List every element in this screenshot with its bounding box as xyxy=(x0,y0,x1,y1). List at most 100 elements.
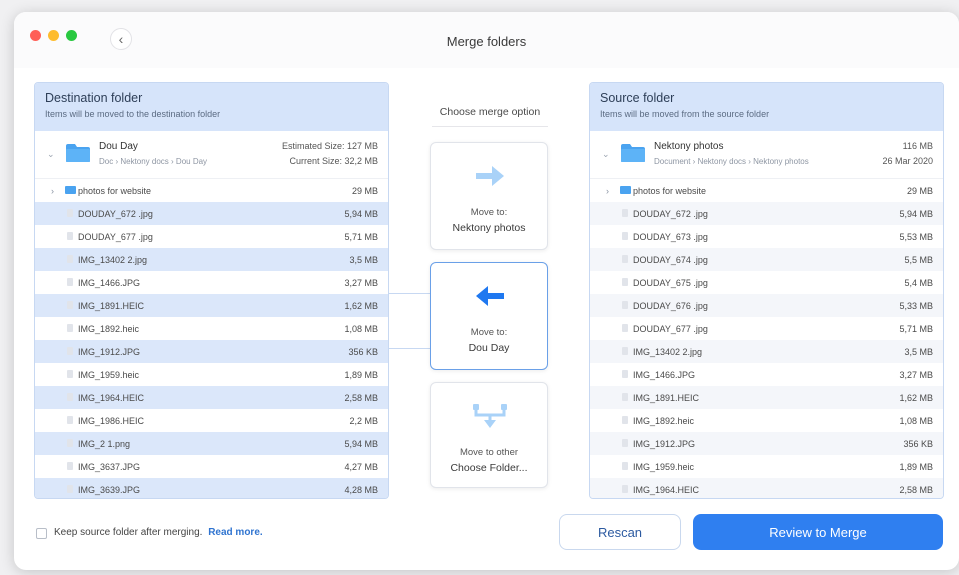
file-row[interactable]: IMG_1912.JPG 356 KB xyxy=(590,432,943,455)
source-file-list: › photos for website 29 MB DOUDAY_672 .jpg 5… xyxy=(590,179,943,498)
item-name: IMG_1912.JPG xyxy=(633,438,696,449)
file-row[interactable]: IMG_1964.HEIC 2,58 MB xyxy=(590,478,943,498)
item-name: IMG_13402 2.jpg xyxy=(78,254,148,265)
file-icon xyxy=(622,232,628,240)
item-size: 5,94 MB xyxy=(899,208,933,219)
keep-source-text: Keep source folder after merging. xyxy=(54,527,203,538)
divider xyxy=(432,126,548,127)
file-row[interactable]: IMG_1964.HEIC 2,58 MB xyxy=(35,386,388,409)
item-name: IMG_1466.JPG xyxy=(78,277,141,288)
item-size: 1,08 MB xyxy=(899,415,933,426)
file-row[interactable]: DOUDAY_672 .jpg 5,94 MB xyxy=(590,202,943,225)
item-size: 3,27 MB xyxy=(344,277,378,288)
file-row[interactable]: IMG_1466.JPG 3,27 MB xyxy=(35,271,388,294)
file-row[interactable]: DOUDAY_677 .jpg 5,71 MB xyxy=(590,317,943,340)
folder-row[interactable]: › photos for website 29 MB xyxy=(590,179,943,202)
file-row[interactable]: IMG_1891.HEIC 1,62 MB xyxy=(590,386,943,409)
file-icon xyxy=(67,278,73,286)
merge-down-icon xyxy=(473,404,507,428)
file-row[interactable]: IMG_3637.JPG 4,27 MB xyxy=(35,455,388,478)
item-name: photos for website xyxy=(633,185,707,196)
item-size: 356 KB xyxy=(348,346,378,357)
file-row[interactable]: IMG_13402 2.jpg 3,5 MB xyxy=(35,248,388,271)
item-size: 356 KB xyxy=(903,438,933,449)
merge-option-move-to-source[interactable]: Move to: Nektony photos xyxy=(430,142,548,250)
item-size: 1,89 MB xyxy=(344,369,378,380)
item-name: IMG_1964.HEIC xyxy=(633,484,700,495)
item-size: 3,5 MB xyxy=(904,346,933,357)
arrow-right-icon xyxy=(476,166,504,186)
file-row[interactable]: DOUDAY_672 .jpg 5,94 MB xyxy=(35,202,388,225)
destination-current-size: Current Size: 32,2 MB xyxy=(289,156,378,166)
item-size: 1,08 MB xyxy=(344,323,378,334)
option-line1: Move to: xyxy=(470,207,508,218)
item-size: 4,28 MB xyxy=(344,484,378,495)
chevron-down-icon[interactable]: ⌄ xyxy=(602,149,610,160)
file-icon xyxy=(622,485,628,493)
file-row[interactable]: IMG_1891.HEIC 1,62 MB xyxy=(35,294,388,317)
file-row[interactable]: IMG_1912.JPG 356 KB xyxy=(35,340,388,363)
file-row[interactable]: IMG_2 1.png 5,94 MB xyxy=(35,432,388,455)
item-size: 5,53 MB xyxy=(899,231,933,242)
item-name: IMG_1891.HEIC xyxy=(633,392,700,403)
connector-line xyxy=(389,293,430,294)
source-folder-row[interactable]: ⌄ Nektony photos Document › Nektony docs… xyxy=(590,131,943,179)
folder-row[interactable]: › photos for website 29 MB xyxy=(35,179,388,202)
item-size: 1,62 MB xyxy=(899,392,933,403)
merge-window: ‹ Merge folders Destination folder Items… xyxy=(14,12,959,570)
item-size: 29 MB xyxy=(351,185,378,196)
file-icon xyxy=(622,370,628,378)
file-row[interactable]: DOUDAY_673 .jpg 5,53 MB xyxy=(590,225,943,248)
connector-line xyxy=(389,348,430,349)
folder-icon xyxy=(66,144,90,162)
rescan-button[interactable]: Rescan xyxy=(559,514,681,550)
merge-option-choose-folder[interactable]: Move to other Choose Folder... xyxy=(430,382,548,488)
item-size: 29 MB xyxy=(906,185,933,196)
file-row[interactable]: DOUDAY_675 .jpg 5,4 MB xyxy=(590,271,943,294)
file-icon xyxy=(67,416,73,424)
item-size: 5,71 MB xyxy=(344,231,378,242)
keep-source-checkbox[interactable] xyxy=(36,528,47,539)
file-row[interactable]: IMG_13402 2.jpg 3,5 MB xyxy=(590,340,943,363)
destination-file-list: › photos for website 29 MB DOUDAY_672 .jpg 5… xyxy=(35,179,388,498)
item-size: 2,58 MB xyxy=(344,392,378,403)
source-folder-size: 116 MB xyxy=(902,141,933,151)
destination-estimated-size: Estimated Size: 127 MB xyxy=(281,141,378,151)
source-subtitle: Items will be moved from the source fold… xyxy=(600,109,770,119)
chevron-right-icon[interactable]: › xyxy=(606,186,609,196)
source-header: Source folder Items will be moved from t… xyxy=(590,83,943,131)
file-row[interactable]: IMG_1892.heic 1,08 MB xyxy=(590,409,943,432)
item-size: 5,71 MB xyxy=(899,323,933,334)
chevron-down-icon[interactable]: ⌄ xyxy=(47,149,55,160)
file-row[interactable]: IMG_1892.heic 1,08 MB xyxy=(35,317,388,340)
chevron-right-icon[interactable]: › xyxy=(51,186,54,196)
read-more-link[interactable]: Read more. xyxy=(208,527,262,538)
destination-folder-path: Doc › Nektony docs › Dou Day xyxy=(99,157,208,166)
file-row[interactable]: IMG_1959.heic 1,89 MB xyxy=(35,363,388,386)
item-name: IMG_3637.JPG xyxy=(78,461,141,472)
merge-option-move-to-destination[interactable]: Move to: Dou Day xyxy=(430,262,548,370)
destination-header: Destination folder Items will be moved t… xyxy=(35,83,388,131)
review-to-merge-button[interactable]: Review to Merge xyxy=(693,514,943,550)
source-folder-path: Document › Nektony docs › Nektony photos xyxy=(654,157,809,166)
item-name: DOUDAY_673 .jpg xyxy=(633,231,708,242)
item-name: IMG_1466.JPG xyxy=(633,369,696,380)
item-name: DOUDAY_677 .jpg xyxy=(633,323,708,334)
item-name: IMG_13402 2.jpg xyxy=(633,346,703,357)
option-line2: Nektony photos xyxy=(452,222,526,234)
item-name: IMG_1964.HEIC xyxy=(78,392,145,403)
destination-folder-name: Dou Day xyxy=(99,141,138,152)
file-row[interactable]: DOUDAY_674 .jpg 5,5 MB xyxy=(590,248,943,271)
file-row[interactable]: DOUDAY_676 .jpg 5,33 MB xyxy=(590,294,943,317)
item-name: IMG_3639.JPG xyxy=(78,484,141,495)
file-icon xyxy=(67,255,73,263)
item-size: 3,5 MB xyxy=(349,254,378,265)
file-row[interactable]: IMG_1959.heic 1,89 MB xyxy=(590,455,943,478)
file-row[interactable]: DOUDAY_677 .jpg 5,71 MB xyxy=(35,225,388,248)
destination-folder-row[interactable]: ⌄ Dou Day Doc › Nektony docs › Dou Day E… xyxy=(35,131,388,179)
item-size: 3,27 MB xyxy=(899,369,933,380)
file-row[interactable]: IMG_3639.JPG 4,28 MB xyxy=(35,478,388,498)
file-row[interactable]: IMG_1986.HEIC 2,2 MB xyxy=(35,409,388,432)
file-row[interactable]: IMG_1466.JPG 3,27 MB xyxy=(590,363,943,386)
file-icon xyxy=(67,462,73,470)
